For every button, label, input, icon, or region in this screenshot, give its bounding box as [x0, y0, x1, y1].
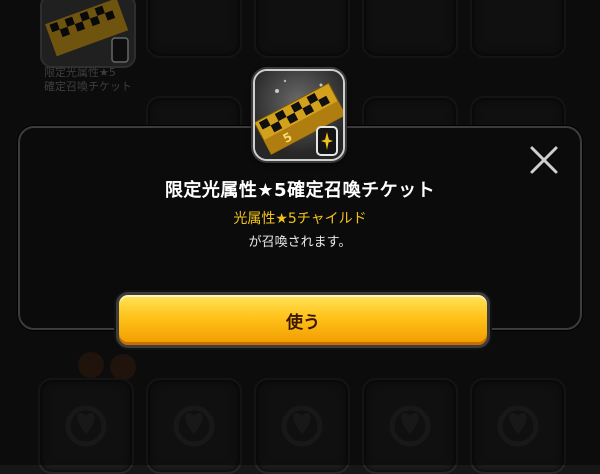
use-button[interactable]: 使う — [116, 292, 490, 348]
dialog-description: が召喚されます。 — [248, 235, 352, 250]
summon-ticket-icon: 5 — [255, 71, 343, 159]
close-icon[interactable] — [524, 140, 564, 180]
light-attribute-icon — [316, 126, 338, 156]
dialog-title: 限定光属性★5確定召喚チケット — [164, 180, 436, 201]
use-button-label: 使う — [286, 312, 320, 333]
dialog-item-icon: 5 — [253, 69, 345, 161]
dialog-highlight-text: 光属性★5チャイルド — [233, 211, 367, 227]
